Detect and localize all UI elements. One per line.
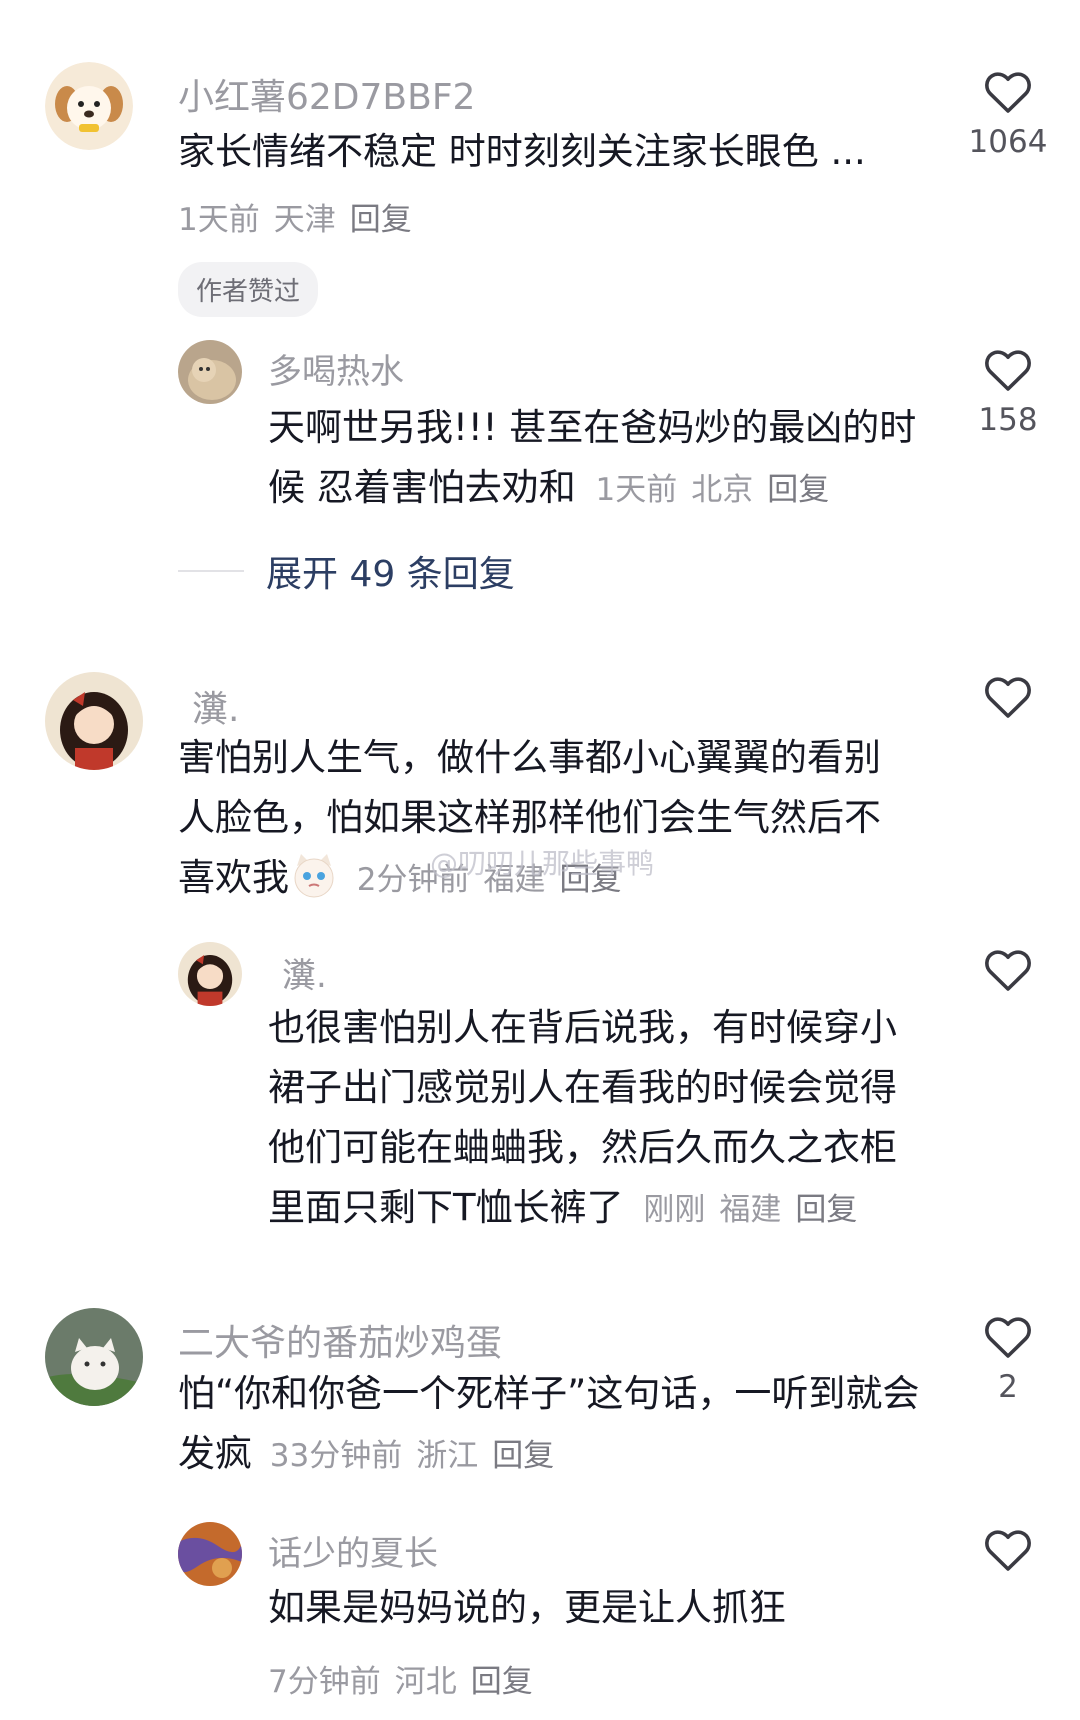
like-count: 158	[978, 402, 1038, 438]
like-button[interactable]: 158	[968, 348, 1048, 438]
reply-text: 如果是妈妈说的，更是让人抓狂	[268, 1586, 786, 1629]
like-count: 2	[998, 1369, 1018, 1405]
avatar[interactable]	[178, 1522, 242, 1586]
timestamp: 1天前	[595, 472, 678, 508]
girl-avatar-icon	[178, 942, 242, 1006]
heart-outline-icon	[985, 950, 1031, 991]
reply-text: 天啊世另我!!! 甚至在爸妈炒的最凶的时候 忍着害怕去劝和 1天前 北京 回复	[268, 398, 928, 520]
username[interactable]: 小红薯62D7BBF2	[178, 68, 475, 120]
location: 浙江	[416, 1438, 479, 1474]
avatar[interactable]	[178, 942, 242, 1006]
timestamp: 1天前	[178, 202, 260, 238]
heart-outline-icon	[985, 72, 1031, 113]
crying-cat-emoji-icon	[289, 850, 339, 900]
avatar[interactable]	[45, 62, 133, 150]
reply-button[interactable]: 回复	[350, 202, 412, 238]
reply-meta: 7分钟前 河北 回复	[268, 1656, 547, 1701]
expand-replies-button[interactable]: 展开 49 条回复	[178, 545, 515, 597]
reply-username[interactable]: 瀵.	[282, 948, 327, 997]
like-button[interactable]	[968, 675, 1048, 729]
heart-outline-icon	[985, 677, 1031, 718]
timestamp: 33分钟前	[269, 1438, 403, 1474]
divider-line	[178, 570, 244, 572]
like-button[interactable]	[968, 948, 1048, 1002]
location: 河北	[394, 1664, 457, 1700]
abstract-avatar-icon	[178, 1522, 242, 1586]
reply-username[interactable]: 多喝热水	[268, 344, 404, 393]
location: 天津	[273, 202, 336, 238]
reply-button[interactable]: 回复	[471, 1664, 533, 1700]
username[interactable]: 瀵.	[192, 680, 239, 732]
reply-button[interactable]: 回复	[795, 1192, 857, 1228]
avatar[interactable]	[45, 672, 143, 770]
comment-text: 害怕别人生气，做什么事都小心翼翼的看别人脸色，怕如果这样那样他们会生气然后不喜欢…	[178, 728, 908, 910]
comment-text: 怕“你和你爸一个死样子”这句话，一听到就会发疯 33分钟前 浙江 回复	[178, 1364, 938, 1486]
heart-outline-icon	[985, 350, 1031, 391]
author-liked-badge: 作者赞过	[178, 262, 319, 317]
heart-outline-icon	[985, 1317, 1031, 1358]
avatar[interactable]	[45, 1308, 143, 1406]
expand-replies-label: 展开 49 条回复	[266, 554, 515, 595]
like-button[interactable]: 1064	[968, 70, 1048, 160]
heart-outline-icon	[985, 1530, 1031, 1571]
comment-meta: 33分钟前 浙江 回复	[270, 1438, 568, 1474]
timestamp: 7分钟前	[268, 1664, 381, 1700]
like-count: 1064	[968, 124, 1048, 160]
like-button[interactable]	[968, 1528, 1048, 1582]
reply-button[interactable]: 回复	[767, 472, 829, 508]
cat-avatar-icon	[178, 340, 242, 404]
cat-avatar-icon	[45, 1308, 143, 1406]
reply-meta: 1天前 北京 回复	[596, 472, 844, 508]
comment-meta: 1天前 天津 回复	[178, 194, 426, 239]
watermark: @叨叨儿那些事鸭	[430, 847, 655, 880]
reply-username[interactable]: 话少的夏长	[268, 1526, 438, 1575]
timestamp: 刚刚	[643, 1192, 706, 1228]
avatar[interactable]	[178, 340, 242, 404]
dog-avatar-icon	[45, 62, 133, 150]
location: 福建	[719, 1192, 782, 1228]
comment-text: 家长情绪不稳定 时时刻刻关注家长眼色 ...	[178, 130, 866, 173]
girl-avatar-icon	[45, 672, 143, 770]
reply-button[interactable]: 回复	[492, 1438, 554, 1474]
reply-text: 也很害怕别人在背后说我，有时候穿小裙子出门感觉别人在看我的时候会觉得他们可能在蛐…	[268, 998, 928, 1240]
username[interactable]: 二大爷的番茄炒鸡蛋	[178, 1314, 502, 1366]
location: 北京	[691, 472, 754, 508]
like-button[interactable]: 2	[968, 1315, 1048, 1405]
reply-meta: 刚刚 福建 回复	[643, 1192, 871, 1228]
comment-1: 小红薯62D7BBF2 家长情绪不稳定 时时刻刻关注家长眼色 ... 1天前 天津…	[0, 0, 1080, 595]
